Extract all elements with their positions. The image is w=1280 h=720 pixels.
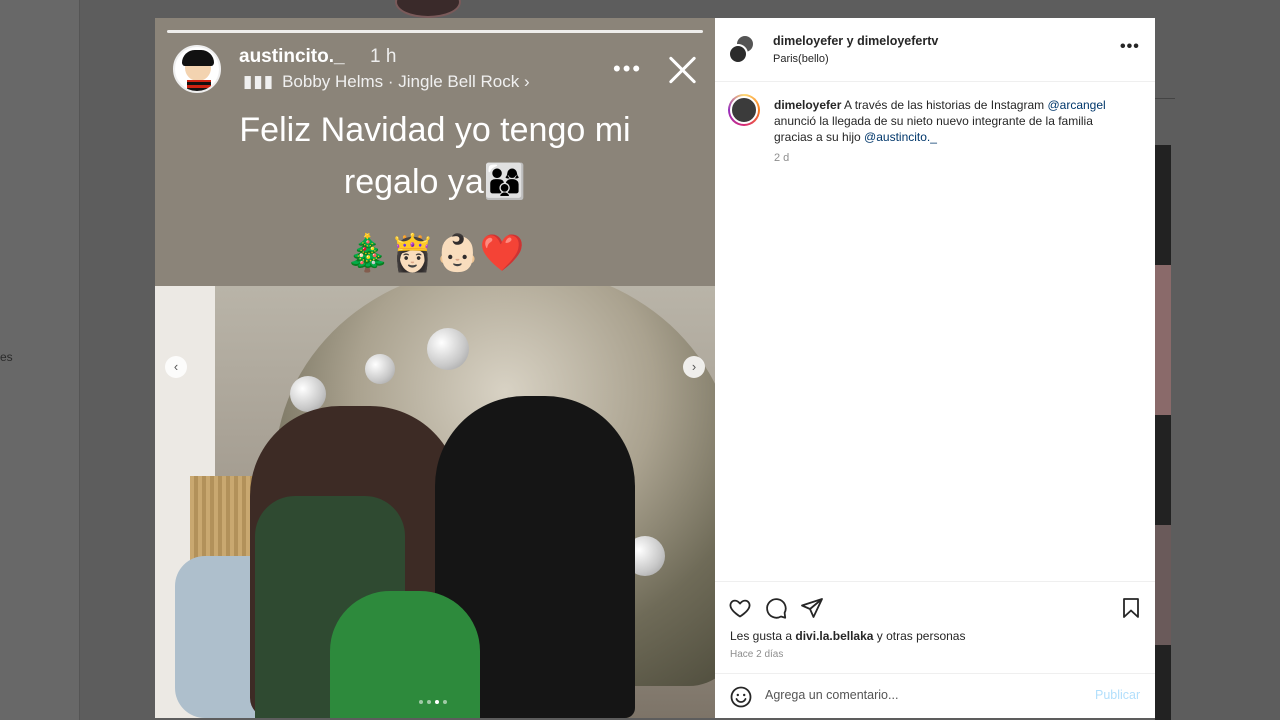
family-christmas-photo	[155, 286, 715, 718]
background-next-post	[1155, 145, 1171, 720]
chevron-right-icon[interactable]: ›	[683, 356, 705, 378]
chevron-left-icon[interactable]: ‹	[165, 356, 187, 378]
story-song: ▮▮▮ Bobby Helms · Jingle Bell Rock ›	[243, 72, 530, 92]
story-username: austincito._	[239, 46, 345, 67]
post-caption: dimeloyefer A través de las historias de…	[774, 97, 1134, 145]
background-divider	[1155, 98, 1175, 99]
more-options-icon[interactable]: •••	[1120, 38, 1140, 56]
post-media: austincito._ 1 h ▮▮▮ Bobby Helms · Jingle…	[155, 18, 715, 718]
post-header: dimeloyefer y dimeloyefertv Paris(bello)…	[715, 18, 1155, 82]
background-avatar	[395, 0, 461, 18]
story-progress-bar	[167, 30, 703, 33]
emoji-icon[interactable]	[729, 685, 753, 709]
share-icon[interactable]	[800, 596, 824, 620]
bookmark-icon[interactable]	[1119, 596, 1143, 620]
post-location[interactable]: Paris(bello)	[773, 53, 829, 65]
carousel-dot-active	[435, 700, 439, 704]
carousel-dot	[443, 700, 447, 704]
likes-summary: Les gusta a divi.la.bellaka y otras pers…	[730, 629, 965, 643]
story-time: 1 h	[370, 46, 397, 67]
story-emojis: 🎄👸🏻👶🏻❤️	[345, 232, 525, 273]
caption-text: A través de las historias de Instagram	[841, 98, 1048, 112]
story-avatar	[173, 45, 221, 93]
avatar[interactable]	[728, 44, 748, 64]
carousel-indicator	[419, 700, 447, 704]
likes-others-link[interactable]: y otras personas	[873, 629, 966, 643]
post-authors[interactable]: dimeloyefer y dimeloyefertv	[773, 34, 938, 48]
post-date: Hace 2 días	[730, 649, 784, 660]
background-sidebar-text: es	[0, 350, 13, 364]
close-icon	[665, 52, 701, 88]
caption-timestamp: 2 d	[774, 152, 790, 164]
story-text: Feliz Navidad yo tengo mi regalo ya👨‍👩‍👦	[239, 111, 631, 201]
baby-in-elf-costume	[330, 591, 480, 718]
comment-bar: Agrega un comentario... Publicar	[715, 673, 1155, 718]
more-horizontal-icon: •••	[613, 56, 643, 81]
post-actions: Les gusta a divi.la.bellaka y otras pers…	[715, 581, 1155, 673]
carousel-dot	[419, 700, 423, 704]
story-song-label: Bobby Helms · Jingle Bell Rock ›	[282, 72, 530, 91]
mention-link[interactable]: @arcangel	[1047, 98, 1105, 112]
likes-prefix: Les gusta a	[730, 629, 796, 643]
comment-input[interactable]: Agrega un comentario...	[765, 688, 1065, 702]
story-screenshot-header: austincito._ 1 h ▮▮▮ Bobby Helms · Jingle…	[155, 18, 715, 286]
caption-avatar[interactable]	[728, 94, 760, 126]
post-sidebar: dimeloyefer y dimeloyefertv Paris(bello)…	[715, 18, 1155, 718]
music-bars-icon: ▮▮▮	[243, 72, 275, 91]
post-modal: austincito._ 1 h ▮▮▮ Bobby Helms · Jingle…	[155, 18, 1155, 718]
likes-user-link[interactable]: divi.la.bellaka	[795, 629, 873, 643]
mention-link[interactable]: @austincito._	[864, 130, 937, 144]
comment-icon[interactable]	[764, 596, 788, 620]
publish-button[interactable]: Publicar	[1095, 688, 1140, 702]
heart-icon[interactable]	[728, 596, 752, 620]
carousel-dot	[427, 700, 431, 704]
caption-username[interactable]: dimeloyefer	[774, 98, 841, 112]
